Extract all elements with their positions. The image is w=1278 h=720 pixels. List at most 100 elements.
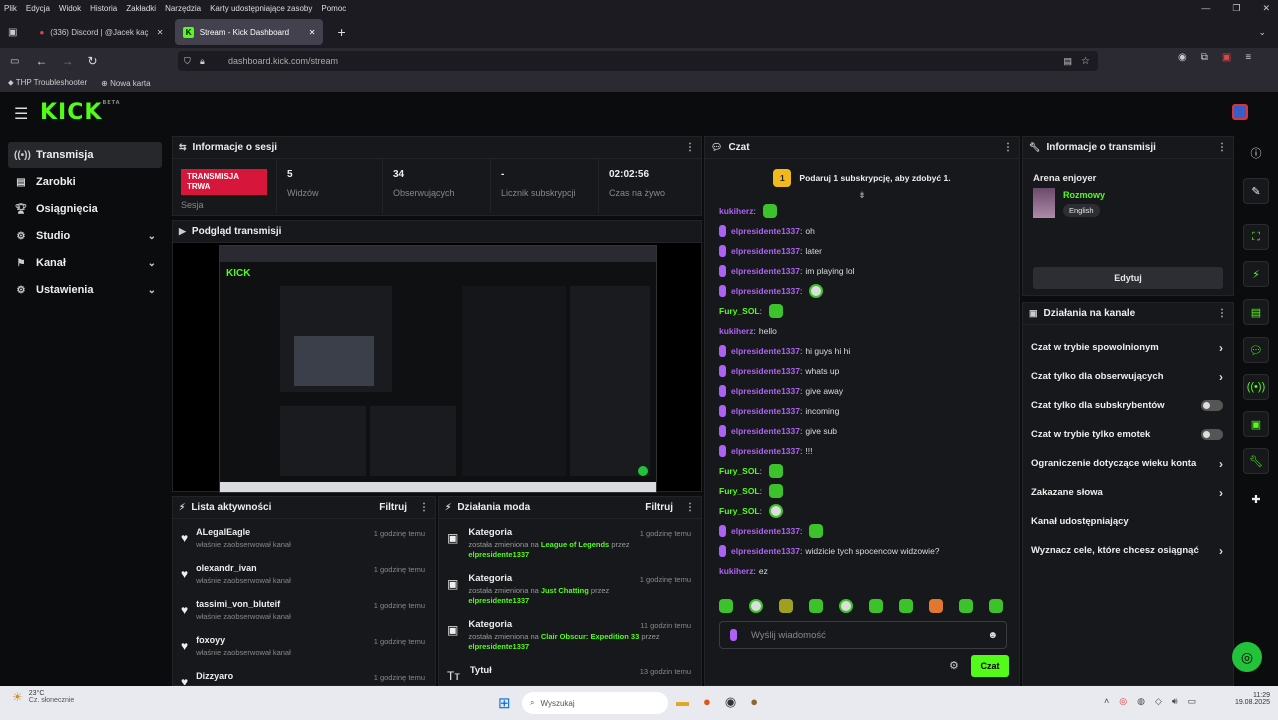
- chat-username[interactable]: elpresidente1337: [731, 386, 800, 396]
- addon-icon[interactable]: ▣: [1222, 52, 1231, 63]
- maximize-icon[interactable]: ❐: [1232, 3, 1240, 14]
- wrench-icon[interactable]: 🔧︎: [1243, 448, 1269, 474]
- emote-icon[interactable]: [899, 599, 913, 613]
- emote-icon[interactable]: [959, 599, 973, 613]
- more-options-icon[interactable]: ⋮: [1003, 142, 1013, 153]
- category-link[interactable]: Rozmowy: [1063, 190, 1105, 200]
- emote-icon[interactable]: [869, 599, 883, 613]
- stream-video[interactable]: KICK: [219, 245, 657, 493]
- extensions-icon[interactable]: ⧉: [1201, 52, 1208, 63]
- edit-icon[interactable]: ✎: [1243, 178, 1269, 204]
- category-name[interactable]: Clair Obscur: Expedition 33: [541, 632, 639, 641]
- mod-user[interactable]: elpresidente1337: [468, 596, 529, 605]
- lock-icon[interactable]: 🔒︎: [200, 56, 205, 67]
- info-icon[interactable]: ⓘ: [1243, 140, 1269, 166]
- chat-username[interactable]: Fury_SOL: [719, 466, 760, 476]
- category-name[interactable]: League of Legends: [541, 540, 609, 549]
- user-avatar[interactable]: [1232, 104, 1248, 120]
- menu-item[interactable]: Historia: [90, 4, 117, 13]
- minimize-icon[interactable]: —: [1201, 3, 1210, 13]
- support-button[interactable]: ◎: [1232, 642, 1262, 672]
- sidebar-item-osiagniecia[interactable]: 🏆︎ Osiągnięcia: [8, 196, 162, 222]
- chat-username[interactable]: elpresidente1337: [731, 266, 800, 276]
- firefox-icon[interactable]: ●: [703, 694, 711, 710]
- network-icon[interactable]: ◇: [1155, 696, 1162, 707]
- menu-item[interactable]: Karty udostępniające zasoby: [210, 4, 312, 13]
- sub-goal-banner[interactable]: 1 Podaruj 1 subskrypcję, aby zdobyć 1.: [705, 165, 1019, 191]
- banned-words-row[interactable]: Zakazane słowa ›: [1023, 478, 1233, 507]
- menu-item[interactable]: Plik: [4, 4, 17, 13]
- account-icon[interactable]: ◉: [1178, 52, 1187, 63]
- more-options-icon[interactable]: ⋮: [685, 502, 695, 513]
- emote-icon[interactable]: [839, 599, 853, 613]
- chat-username[interactable]: elpresidente1337: [731, 546, 800, 556]
- clock[interactable]: 11:29 19.08.2025: [1235, 692, 1270, 706]
- activity-user[interactable]: foxoyy: [196, 635, 291, 645]
- activity-user[interactable]: olexandr_ivan: [196, 563, 291, 573]
- tray-app-icon[interactable]: ◍: [1137, 696, 1145, 707]
- menu-item[interactable]: Widok: [59, 4, 81, 13]
- chat-username[interactable]: elpresidente1337: [731, 426, 800, 436]
- menu-item[interactable]: Edycja: [26, 4, 50, 13]
- emoji-icon[interactable]: ☻: [987, 630, 998, 641]
- more-options-icon[interactable]: ⋮: [685, 142, 695, 153]
- menu-icon[interactable]: ≡: [1245, 52, 1251, 63]
- chevron-up-icon[interactable]: ˄: [1104, 696, 1109, 707]
- kick-logo[interactable]: KICKBETA: [40, 100, 121, 125]
- chat-settings-icon[interactable]: ⚙: [949, 659, 959, 672]
- sidebar-item-ustawienia[interactable]: ⚙ Ustawienia ⌄: [8, 277, 162, 303]
- sidebar-item-studio[interactable]: ⚙ Studio ⌄: [8, 223, 162, 249]
- tab-list-icon[interactable]: ▣: [8, 27, 17, 38]
- taskbar-search[interactable]: ⌕ Wyszukaj: [522, 692, 668, 714]
- battery-icon[interactable]: ▭: [1188, 696, 1197, 707]
- shield-icon[interactable]: ⛉: [184, 56, 191, 67]
- set-goals-row[interactable]: Wyznacz cele, które chcesz osiągnąć ›: [1023, 536, 1233, 565]
- broadcast-icon[interactable]: ((•)): [1243, 374, 1269, 400]
- activity-user[interactable]: Dizzyaro: [196, 671, 233, 681]
- menu-item[interactable]: Narzędzia: [165, 4, 201, 13]
- chat-input[interactable]: Wyślij wiadomość ☻: [719, 621, 1007, 649]
- account-age-row[interactable]: Ograniczenie dotyczące wieku konta ›: [1023, 449, 1233, 478]
- tab-kick-dashboard[interactable]: K Stream - Kick Dashboard ✕: [175, 19, 324, 45]
- bolt-icon[interactable]: ⚡︎: [1243, 261, 1269, 287]
- chat-username[interactable]: elpresidente1337: [731, 226, 800, 236]
- tab-discord[interactable]: ● (336) Discord | @Jacek kaç ✕: [31, 19, 171, 45]
- slow-mode-row[interactable]: Czat w trybie spowolnionym ›: [1023, 333, 1233, 362]
- sidebar-item-zarobki[interactable]: ▤ Zarobki: [8, 169, 162, 195]
- chat-username[interactable]: elpresidente1337: [731, 446, 800, 456]
- sidebar-item-kanal[interactable]: ⚑ Kanał ⌄: [8, 250, 162, 276]
- category-name[interactable]: Just Chatting: [541, 586, 589, 595]
- tab-overflow-icon[interactable]: ⌄: [1258, 27, 1266, 38]
- chat-username[interactable]: Fury_SOL: [719, 506, 760, 516]
- chat-pause-icon[interactable]: ⇟: [705, 191, 1019, 201]
- emote-icon[interactable]: [779, 599, 793, 613]
- obs-icon[interactable]: ◉: [725, 694, 736, 710]
- bookmark-star-icon[interactable]: ☆: [1081, 56, 1090, 67]
- chat-username[interactable]: Fury_SOL: [719, 486, 760, 496]
- filter-button[interactable]: Filtruj: [379, 502, 407, 513]
- close-icon[interactable]: ✕: [1262, 3, 1270, 14]
- chat-username[interactable]: elpresidente1337: [731, 286, 800, 296]
- chat-username[interactable]: Fury_SOL: [719, 306, 760, 316]
- chat-send-button[interactable]: Czat: [971, 655, 1009, 677]
- chat-username[interactable]: elpresidente1337: [731, 406, 800, 416]
- filter-button[interactable]: Filtruj: [645, 502, 673, 513]
- mod-user[interactable]: elpresidente1337: [468, 642, 529, 651]
- sidebar-toggle-icon[interactable]: ▭: [10, 56, 19, 67]
- chat-username[interactable]: kukiherz: [719, 206, 754, 216]
- emote-icon[interactable]: [749, 599, 763, 613]
- chat-username[interactable]: elpresidente1337: [731, 246, 800, 256]
- weather-widget[interactable]: ☀ 23°C Cz. słonecznie: [12, 690, 74, 704]
- archive-icon[interactable]: ▣: [1243, 411, 1269, 437]
- tab-close-icon[interactable]: ✕: [309, 28, 316, 37]
- chat-username[interactable]: elpresidente1337: [731, 346, 800, 356]
- menu-item[interactable]: Zakładki: [126, 4, 156, 13]
- followers-only-row[interactable]: Czat tylko dla obserwujących ›: [1023, 362, 1233, 391]
- mod-user[interactable]: elpresidente1337: [468, 550, 529, 559]
- activity-user[interactable]: tassimi_von_bluteif: [196, 599, 291, 609]
- emote-icon[interactable]: [989, 599, 1003, 613]
- new-tab-icon[interactable]: +: [337, 24, 345, 40]
- host-channel-row[interactable]: Kanał udostępniający: [1023, 507, 1233, 536]
- chat-username[interactable]: kukiherz: [719, 326, 754, 336]
- url-bar[interactable]: ⛉ 🔒︎ dashboard.kick.com/stream ▤ ☆: [178, 51, 1098, 71]
